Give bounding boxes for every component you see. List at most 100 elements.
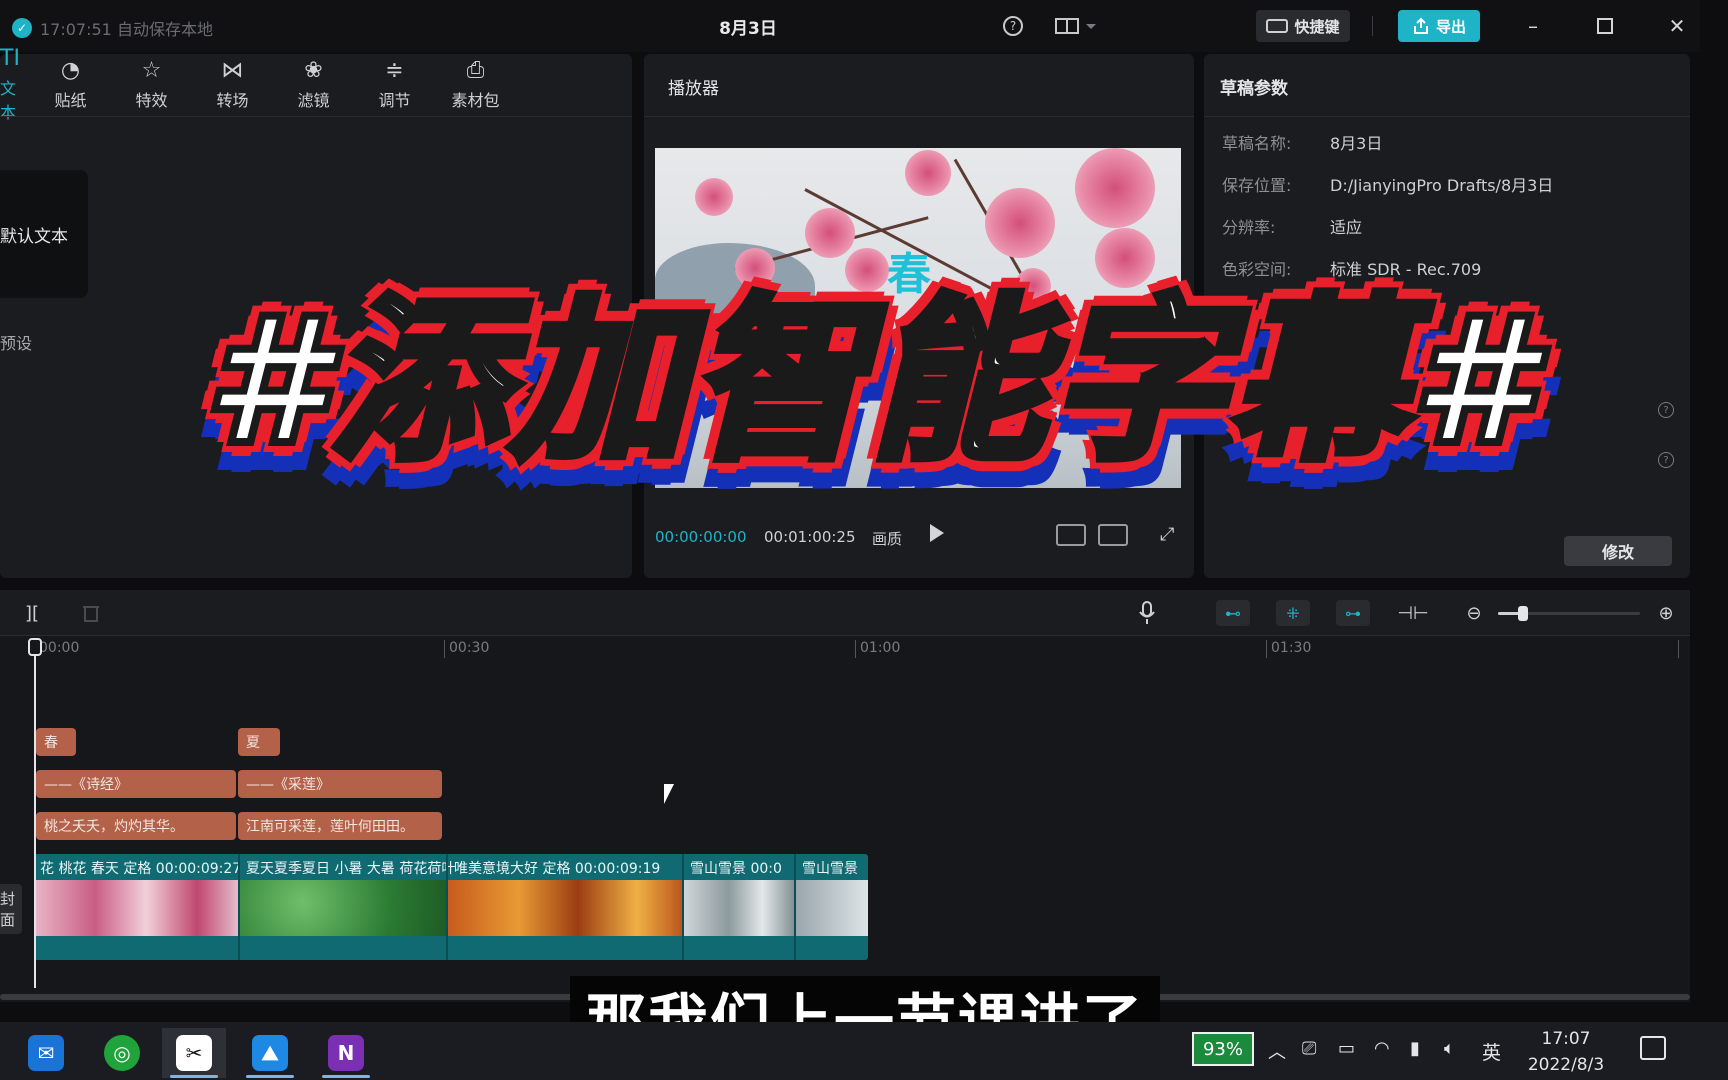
text-clip[interactable]: 春 [36,728,76,756]
help-icon[interactable]: ? [1000,12,1026,40]
mail-app-icon[interactable]: ✉ [14,1028,78,1078]
default-text-card[interactable]: 默认文本 [0,170,88,298]
video-clip[interactable]: 雪山雪景 [794,854,868,960]
video-clip[interactable]: 花 桃花 春天 定格 00:00:09:27 [34,854,242,960]
maximize-icon[interactable] [1590,12,1620,40]
svg-text:?: ? [1010,19,1016,33]
text-clip[interactable]: 夏 [238,728,280,756]
capcut-app-icon[interactable]: ✂ [162,1028,226,1078]
tab-adjust[interactable]: ≑ 调节 [354,54,435,116]
fullscreen-icon[interactable]: ⤢ [1160,524,1174,545]
linkage-icon[interactable]: ⊶ [1336,600,1370,626]
preview-blossom [805,208,855,258]
video-clip-label: 花 桃花 春天 定格 00:00:09:27 [40,861,242,877]
help-icon[interactable]: ? [1658,452,1674,468]
wifi-icon[interactable]: ◠ [1374,1038,1390,1059]
zoom-slider[interactable] [1498,606,1640,621]
onenote-app-icon[interactable]: N [314,1028,378,1078]
draft-divider [1204,116,1690,117]
param-key: 保存位置: [1222,176,1292,195]
zoom-out-icon[interactable]: ⊖ [1462,600,1486,626]
tab-effects-label: 特效 [135,91,168,110]
play-icon[interactable] [930,524,944,542]
param-value: D:/JianyingPro Drafts/8月3日 [1330,176,1554,195]
video-thumbnail [240,880,448,936]
tab-sticker-label: 贴纸 [54,91,87,110]
time-ruler[interactable]: 00:00 00:30 01:00 01:30 [0,636,1690,662]
preview-blossom [985,188,1055,258]
text-clip[interactable]: 桃之夭夭，灼灼其华。 [36,812,236,840]
microphone-tray-icon[interactable]: ▮ [1410,1038,1420,1059]
microphone-icon[interactable] [1136,600,1158,626]
screen-mirror-icon[interactable]: ⎚ [1302,1038,1316,1059]
player-divider [644,116,1194,117]
close-icon[interactable]: ✕ [1662,12,1692,40]
text-clip[interactable]: ——《诗经》 [36,770,236,798]
quality-label[interactable]: 画质 [872,528,902,549]
video-clip[interactable]: 夏天夏季夏日 小暑 大暑 荷花荷叶 [238,854,455,960]
tab-sticker[interactable]: ◔ 贴纸 [30,54,111,116]
input-method-indicator[interactable]: 英 [1482,1038,1501,1065]
running-app-indicator [246,1075,294,1078]
help-icon[interactable]: ? [1658,402,1674,418]
wechat-icon: ◎ [104,1035,140,1071]
zoom-slider-handle[interactable] [1518,606,1528,621]
preview-axis-icon[interactable]: ⊣⊢ [1397,600,1428,626]
player-title: 播放器 [668,79,719,99]
auto-snap-icon[interactable]: ⁜ [1276,600,1310,626]
video-clip[interactable]: 唯美意境大好 定格 00:00:09:19 [446,854,684,960]
main-video-track: 花 桃花 春天 定格 00:00:09:27 夏天夏季夏日 小暑 大暑 荷花荷叶… [34,854,868,960]
tab-transition[interactable]: ⋈ 转场 [192,54,273,116]
text-clip[interactable]: ——《采莲》 [238,770,442,798]
playhead-handle[interactable] [28,638,42,656]
video-thumbnail [448,880,684,936]
cover-button[interactable]: 封面 [0,884,22,934]
main-track-magnet-icon[interactable]: ⊷ [1216,600,1250,626]
effects-icon: ☆ [141,58,162,83]
shortcut-button[interactable]: 快捷键 [1256,10,1350,42]
edit-button[interactable]: 修改 [1564,536,1672,566]
text-clip[interactable]: 江南可采莲，莲叶何田田。 [238,812,442,840]
export-button[interactable]: 导出 [1398,10,1480,42]
tray-overflow-icon[interactable]: ︿ [1268,1038,1286,1064]
video-clip-label: 雪山雪景 [802,861,858,877]
delete-icon[interactable] [80,600,102,626]
tab-adjust-label: 调节 [378,91,411,110]
text-icon: TI [0,46,20,71]
tab-filter-label: 滤镜 [297,91,330,110]
notification-icon[interactable] [1640,1036,1666,1060]
playhead[interactable] [28,638,42,988]
video-clip-label: 夏天夏季夏日 小暑 大暑 荷花荷叶 [246,861,456,877]
shortcut-label: 快捷键 [1294,17,1340,36]
layout-icon[interactable] [1052,12,1100,40]
minimize-icon[interactable]: – [1518,12,1548,40]
ruler-tick: 01:00 [855,640,900,658]
ruler-tick: 00:30 [444,640,489,658]
filter-icon: ❀ [304,58,323,83]
active-app-indicator [170,1075,218,1078]
battery-icon[interactable]: ▭ [1338,1038,1355,1059]
split-icon[interactable]: ][ [22,600,42,626]
mail-icon: ✉ [28,1035,64,1071]
tab-material-pack[interactable]: ⎙ 素材包 [435,54,516,116]
video-clip[interactable]: 雪山雪景 00:0 [682,854,796,960]
wechat-app-icon[interactable]: ◎ [90,1028,154,1078]
clock-date: 2022/8/3 [1527,1055,1605,1075]
zoom-in-icon[interactable]: ⊕ [1654,600,1678,626]
volume-icon[interactable]: 🔈︎ [1444,1038,1455,1059]
system-clock[interactable]: 17:07 2022/8/3 [1518,1026,1614,1078]
tab-effects[interactable]: ☆ 特效 [111,54,192,116]
waveform-icon[interactable] [1056,524,1086,546]
param-key: 草稿名称: [1222,134,1292,153]
tab-filter[interactable]: ❀ 滤镜 [273,54,354,116]
photos-icon: ⛰ [252,1035,288,1071]
photos-app-icon[interactable]: ⛰ [238,1028,302,1078]
preset-label[interactable]: 预设 [0,330,32,354]
tab-material-pack-label: 素材包 [451,91,500,110]
aspect-ratio-icon[interactable] [1098,524,1128,546]
preview-blossom [695,178,733,216]
toolbar-divider [1372,16,1373,36]
tab-text[interactable]: TI 文本 [0,47,30,123]
title-bar: ✓ 17:07:51 自动保存本地 8月3日 ? 快捷键 导出 – ✕ [0,0,1728,52]
transition-icon: ⋈ [221,58,244,83]
